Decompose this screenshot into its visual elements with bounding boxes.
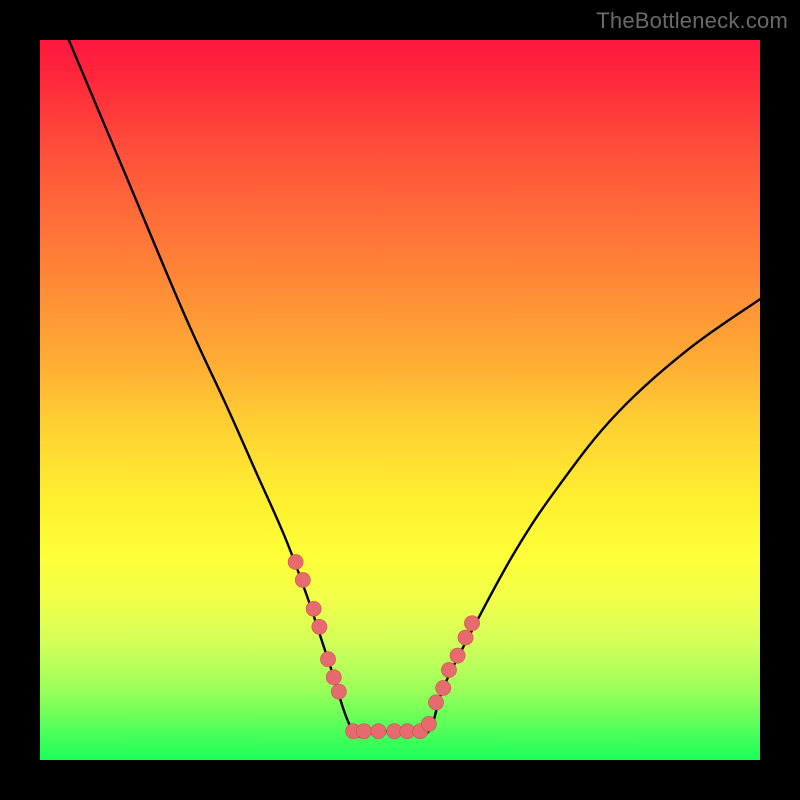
dot: [413, 724, 428, 739]
watermark-label: TheBottleneck.com: [596, 8, 788, 34]
dots-group: [288, 554, 480, 738]
dot: [400, 724, 415, 739]
dot: [387, 724, 402, 739]
chart-svg: [40, 40, 760, 760]
dot: [346, 724, 361, 739]
dot: [306, 601, 321, 616]
plot-area: [40, 40, 760, 760]
dot: [436, 680, 451, 695]
dot: [428, 695, 443, 710]
dot: [450, 648, 465, 663]
dot: [371, 724, 386, 739]
dot: [464, 616, 479, 631]
dot: [441, 662, 456, 677]
bottleneck-curve: [69, 40, 760, 737]
chart-frame: TheBottleneck.com: [0, 0, 800, 800]
dot: [331, 684, 346, 699]
dot: [356, 724, 371, 739]
dot: [421, 716, 436, 731]
dot: [312, 619, 327, 634]
dot: [320, 652, 335, 667]
dot: [295, 572, 310, 587]
dot: [288, 554, 303, 569]
dot: [326, 670, 341, 685]
dot: [458, 630, 473, 645]
